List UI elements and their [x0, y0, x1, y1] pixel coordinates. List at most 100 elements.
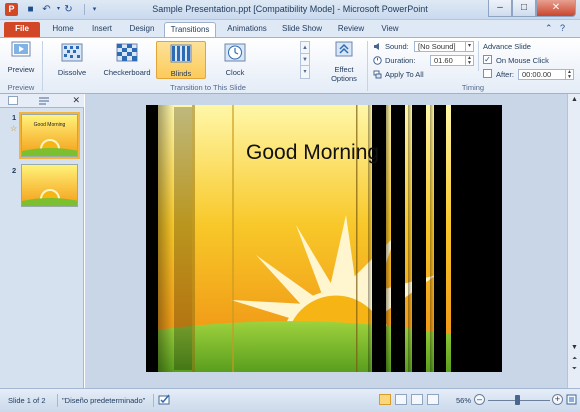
pane-tabs: ✕ [0, 94, 84, 108]
gallery-scrollbar[interactable]: ▲ ▼ ▾ [300, 41, 310, 79]
next-slide-icon[interactable]: ⏷ [570, 366, 579, 373]
group-separator [42, 41, 43, 91]
tab-review[interactable]: Review [334, 22, 368, 37]
close-pane-icon[interactable]: ✕ [72, 95, 80, 106]
duration-spinner[interactable]: 01.60 ▲ ▼ [430, 55, 474, 66]
slide-show-view-button[interactable] [427, 394, 439, 405]
scroll-down-icon[interactable]: ▼ [570, 344, 579, 351]
duration-label: Duration: [385, 56, 416, 65]
tab-insert[interactable]: Insert [86, 22, 118, 37]
on-mouse-click-checkbox[interactable]: ✓ [483, 55, 492, 64]
spinner-arrows-icon[interactable]: ▲ ▼ [565, 70, 573, 79]
zoom-out-button[interactable]: – [474, 394, 485, 405]
minimize-ribbon-icon[interactable]: ⌃ [545, 23, 553, 34]
slides-tab-icon[interactable] [8, 96, 18, 105]
checkerboard-icon [116, 43, 138, 62]
transition-label: Blinds [170, 69, 192, 78]
preview-label: Preview [7, 65, 35, 74]
tab-file[interactable]: File [4, 22, 40, 37]
status-separator [153, 394, 154, 407]
tab-slide-show[interactable]: Slide Show [278, 22, 326, 37]
preview-group-label: Preview [7, 83, 35, 92]
transition-label: Checkerboard [103, 68, 151, 77]
maximize-button[interactable]: □ [512, 0, 536, 17]
clock-icon [224, 43, 246, 62]
duration-value: 01.60 [434, 56, 453, 65]
effect-options-icon [335, 41, 353, 57]
gallery-more-icon[interactable]: ▾ [301, 66, 309, 78]
language-check-icon[interactable] [158, 393, 171, 406]
theme-name[interactable]: "Diseño predeterminado" [62, 396, 145, 405]
close-button[interactable]: ✕ [536, 0, 576, 17]
sound-label: Sound: [385, 42, 409, 51]
zoom-in-button[interactable]: + [552, 394, 563, 405]
advance-slide-title: Advance Slide [483, 42, 531, 51]
zoom-level[interactable]: 56% [456, 396, 471, 405]
slide-thumbnail-2[interactable] [21, 164, 78, 207]
sound-dropdown[interactable]: [No Sound] ▾ [414, 41, 474, 52]
tab-view[interactable]: View [376, 22, 404, 37]
reading-view-button[interactable] [411, 394, 423, 405]
after-spinner[interactable]: 00:00.00 ▲ ▼ [518, 69, 574, 80]
transition-checkerboard[interactable]: Checkerboard [100, 41, 154, 79]
ribbon-tab-bar: File Home Insert Design Transitions Anim… [0, 20, 580, 37]
transition-label: Dissolve [57, 68, 87, 77]
slide-sorter-view-button[interactable] [395, 394, 407, 405]
apply-to-all-icon [373, 70, 382, 79]
transition-blinds[interactable]: Blinds [156, 41, 206, 79]
zoom-slider-thumb[interactable] [515, 395, 520, 405]
previous-slide-icon[interactable]: ⏶ [570, 356, 579, 363]
tab-design[interactable]: Design [124, 22, 160, 37]
tab-home[interactable]: Home [48, 22, 78, 37]
outline-tab-icon[interactable] [38, 96, 50, 105]
ribbon: Preview Preview Dissolve Checkerboard Bl [0, 37, 580, 94]
transition-label: Clock [225, 68, 245, 77]
transition-dissolve[interactable]: Dissolve [48, 41, 96, 79]
slides-pane: ✕ 1 ☆ Good Morning 2 [0, 94, 84, 388]
gallery-down-icon[interactable]: ▼ [301, 54, 309, 66]
sound-icon [374, 43, 379, 50]
status-separator [57, 394, 58, 407]
thumbnail-title: Good Morning [33, 122, 66, 128]
apply-to-all-button[interactable]: Apply To All [385, 70, 424, 79]
slide-thumbnail-1[interactable]: Good Morning [19, 112, 80, 159]
duration-icon [373, 56, 382, 65]
fit-to-window-icon[interactable] [566, 394, 577, 405]
slide-canvas[interactable]: Good Morning [146, 105, 502, 372]
slide-editing-area: Good Morning ▲ ▼ ⏶ ⏷ [85, 94, 580, 388]
after-value: 00:00.00 [522, 70, 552, 79]
effect-options-label: Effect Options [331, 65, 357, 83]
effect-options-button[interactable]: Effect Options [326, 40, 362, 83]
sound-value: [No Sound] [418, 42, 456, 51]
blinds-icon [170, 44, 192, 63]
title-bar: P ■ ↶ ▾ ↻ ▾ Sample Presentation.ppt [Com… [0, 0, 580, 20]
tab-transitions[interactable]: Transitions [164, 22, 216, 37]
thumbnail-number: 1 [12, 113, 17, 122]
preview-button[interactable]: Preview [6, 40, 36, 74]
gallery-up-icon[interactable]: ▲ [301, 42, 309, 54]
after-checkbox[interactable] [483, 69, 492, 78]
chevron-down-icon[interactable]: ▾ [465, 42, 473, 51]
thumbnail-number: 2 [12, 166, 17, 175]
thumbnail-sun-image [22, 165, 77, 206]
dissolve-icon [61, 43, 83, 62]
status-bar: Slide 1 of 2 "Diseño predeterminado" 56%… [0, 388, 580, 412]
minimize-button[interactable]: – [488, 0, 512, 17]
timing-group-label: Timing [461, 83, 485, 92]
transition-star-icon: ☆ [10, 124, 18, 133]
on-mouse-click-label: On Mouse Click [496, 56, 549, 65]
preview-icon [11, 41, 31, 57]
after-label: After: [496, 70, 514, 79]
group-separator [478, 41, 479, 71]
transition-group-label: Transition to This Slide [170, 83, 246, 92]
vertical-scrollbar[interactable]: ▲ ▼ ⏶ ⏷ [567, 94, 580, 388]
help-icon[interactable]: ? [560, 23, 565, 33]
slide-counter: Slide 1 of 2 [8, 396, 46, 405]
group-separator [367, 41, 368, 91]
slide-title[interactable]: Good Morning [246, 141, 379, 165]
spinner-arrows-icon[interactable]: ▲ ▼ [465, 56, 473, 65]
transition-clock[interactable]: Clock [212, 41, 258, 79]
tab-animations[interactable]: Animations [222, 22, 272, 37]
scroll-up-icon[interactable]: ▲ [570, 96, 579, 103]
normal-view-button[interactable] [379, 394, 391, 405]
